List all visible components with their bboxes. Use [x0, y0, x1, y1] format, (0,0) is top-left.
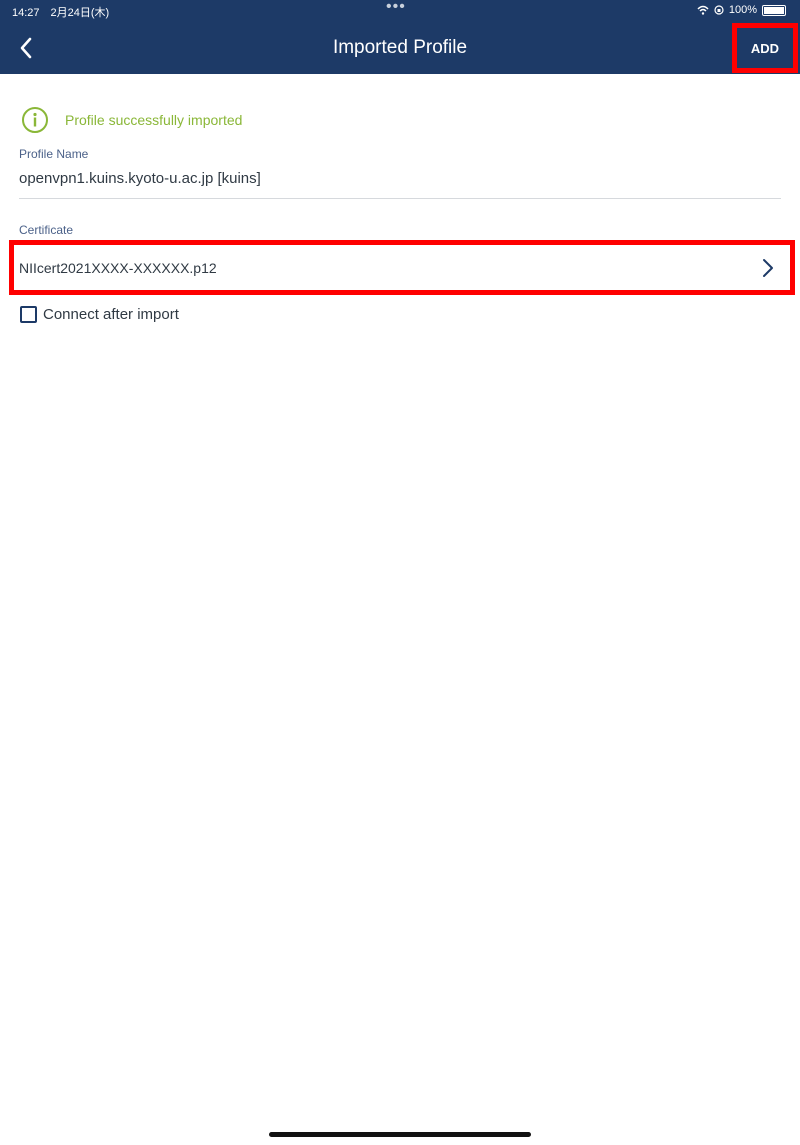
battery-icon	[762, 4, 786, 16]
divider	[19, 198, 781, 199]
certificate-value: NIIcert2021XXXX-XXXXXX.p12	[19, 260, 217, 276]
multitask-dots[interactable]: •••	[386, 0, 406, 16]
status-time: 14:27 2月24日(木)	[12, 7, 110, 19]
connect-after-import-option[interactable]: Connect after import	[20, 306, 179, 323]
add-button-label: ADD	[750, 40, 780, 56]
nav-bar: 14:27 2月24日(木) ••• 100% Imported Profile…	[0, 0, 800, 74]
certificate-label: Certificate	[19, 223, 74, 237]
orientation-lock-icon	[714, 5, 724, 15]
battery-percent: 100%	[728, 4, 757, 16]
certificate-selector[interactable]: NIIcert2021XXXX-XXXXXX.p12	[9, 240, 795, 295]
success-message: Profile successfully imported	[65, 112, 243, 128]
chevron-right-icon	[763, 259, 773, 277]
profile-name-label: Profile Name	[19, 147, 89, 161]
connect-after-import-label: Connect after import	[43, 306, 179, 323]
success-notice: Profile successfully imported	[21, 106, 242, 134]
home-indicator[interactable]	[269, 1132, 531, 1137]
connect-after-import-checkbox[interactable]	[20, 306, 37, 323]
wifi-icon	[697, 5, 709, 15]
profile-name-field[interactable]: openvpn1.kuins.kyoto-u.ac.jp [kuins]	[19, 170, 261, 187]
status-right: 100%	[697, 4, 786, 16]
add-button[interactable]: ADD	[732, 23, 798, 73]
info-icon	[22, 107, 48, 133]
page-title: Imported Profile	[332, 37, 468, 58]
